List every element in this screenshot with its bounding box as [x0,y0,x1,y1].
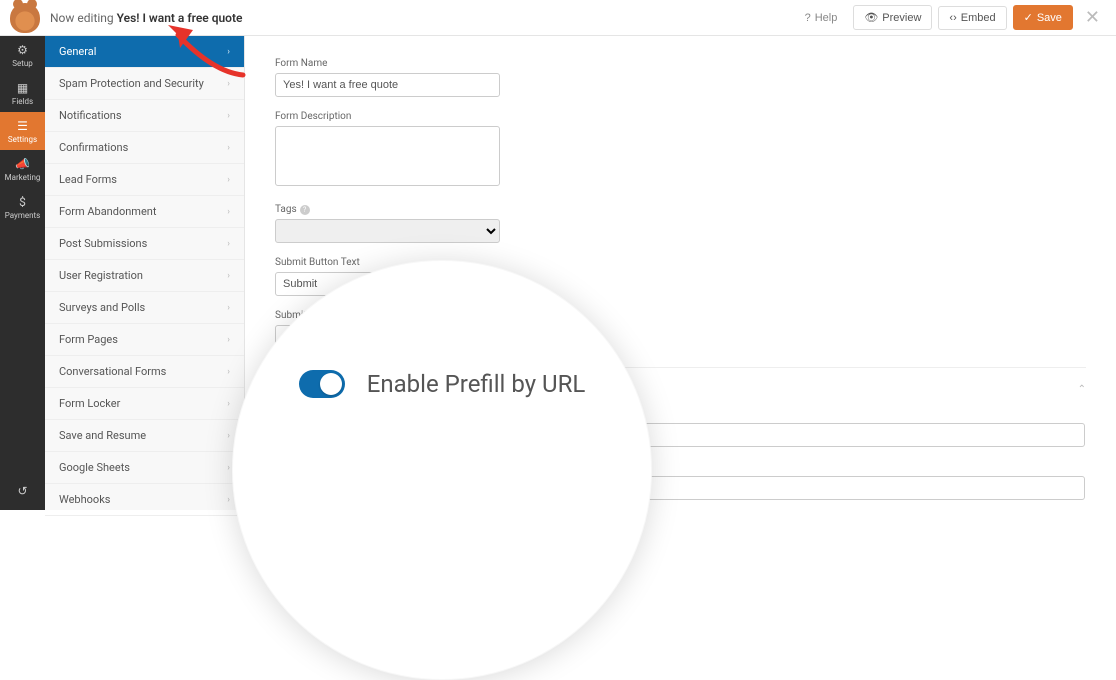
chevron-right-icon: › [227,143,230,153]
chevron-right-icon: › [227,239,230,249]
chevron-right-icon: › [227,271,230,281]
nav-fields[interactable]: ▦ Fields [0,74,45,112]
close-icon[interactable]: ✕ [1079,7,1106,28]
chevron-right-icon: › [227,207,230,217]
sidebar-item-label: Confirmations [59,141,128,154]
chevron-right-icon: › [227,175,230,185]
gear-icon: ⚙ [16,43,30,57]
chevron-right-icon: › [227,399,230,409]
dollar-icon: $ [16,195,30,209]
main-nav: ⚙ Setup ▦ Fields ☰ Settings 📣 Marketing … [0,36,45,510]
sidebar-item-general[interactable]: General › [45,36,244,68]
nav-settings[interactable]: ☰ Settings [0,112,45,150]
prefill-label: Enable Prefill by URL [367,370,586,398]
help-icon: ? [805,12,811,24]
bullhorn-icon: 📣 [16,157,30,171]
chevron-right-icon: › [227,47,230,57]
tags-select[interactable] [275,219,500,243]
code-icon: ‹› [949,12,956,24]
chevron-right-icon: › [227,79,230,89]
form-name-label: Form Name [275,58,1086,69]
fields-icon: ▦ [16,81,30,95]
nav-payments[interactable]: $ Payments [0,188,45,226]
tags-label: Tags? [275,204,1086,215]
sidebar-item-label: Form Pages [59,333,118,346]
sidebar-item-label: Google Sheets [59,461,130,474]
sidebar-item-confirmations[interactable]: Confirmations › [45,132,244,164]
chevron-up-icon[interactable]: ⌃ [1078,384,1086,395]
sidebar-item-label: General [59,45,96,58]
history-icon: ↺ [16,484,30,498]
sidebar-item-form-locker[interactable]: Form Locker › [45,388,244,420]
eye-icon: 👁 [864,11,878,24]
form-desc-input[interactable] [275,126,500,186]
sidebar-item-user-registration[interactable]: User Registration › [45,260,244,292]
help-icon[interactable]: ? [300,205,310,215]
sidebar-item-label: Notifications [59,109,122,122]
sidebar-item-form-abandonment[interactable]: Form Abandonment › [45,196,244,228]
sidebar-item-label: Webhooks [59,493,110,506]
sidebar-item-webhooks[interactable]: Webhooks › [45,484,244,516]
sidebar-item-label: User Registration [59,269,143,282]
sidebar-item-conversational-forms[interactable]: Conversational Forms › [45,356,244,388]
save-button[interactable]: ✓ Save [1013,5,1073,30]
preview-button[interactable]: 👁 Preview [853,5,932,30]
form-desc-label: Form Description [275,111,1086,122]
settings-sidebar: General›Spam Protection and Security›Not… [45,36,245,510]
embed-button[interactable]: ‹› Embed [938,6,1006,30]
chevron-right-icon: › [227,111,230,121]
form-name-input[interactable] [275,73,500,97]
sidebar-item-google-sheets[interactable]: Google Sheets › [45,452,244,484]
sidebar-item-surveys-and-polls[interactable]: Surveys and Polls › [45,292,244,324]
chevron-right-icon: › [227,367,230,377]
sidebar-item-label: Spam Protection and Security [59,77,204,90]
nav-marketing[interactable]: 📣 Marketing [0,150,45,188]
sidebar-item-form-pages[interactable]: Form Pages › [45,324,244,356]
sidebar-item-spam-protection-and-security[interactable]: Spam Protection and Security › [45,68,244,100]
chevron-right-icon: › [227,303,230,313]
sidebar-item-save-and-resume[interactable]: Save and Resume › [45,420,244,452]
check-icon: ✓ [1024,11,1033,24]
sidebar-item-lead-forms[interactable]: Lead Forms › [45,164,244,196]
sidebar-item-label: Post Submissions [59,237,147,250]
sidebar-item-label: Lead Forms [59,173,117,186]
sidebar-item-label: Form Abandonment [59,205,156,218]
help-button[interactable]: ? Help [795,7,848,29]
sidebar-item-post-submissions[interactable]: Post Submissions › [45,228,244,260]
prefill-toggle[interactable] [299,370,345,398]
now-editing: Now editing Yes! I want a free quote [50,11,242,25]
nav-history[interactable]: ↺ [0,472,45,510]
zoom-annotation: Enable Prefill by URL [232,260,652,680]
sliders-icon: ☰ [16,119,30,133]
sidebar-item-label: Form Locker [59,397,120,410]
sidebar-item-label: Surveys and Polls [59,301,145,314]
sidebar-item-label: Conversational Forms [59,365,166,378]
chevron-right-icon: › [227,335,230,345]
sidebar-item-notifications[interactable]: Notifications › [45,100,244,132]
chevron-right-icon: › [227,495,230,505]
sidebar-item-label: Save and Resume [59,429,146,442]
nav-setup[interactable]: ⚙ Setup [0,36,45,74]
chevron-right-icon: › [227,431,230,441]
wpforms-logo [10,3,40,33]
chevron-right-icon: › [227,463,230,473]
